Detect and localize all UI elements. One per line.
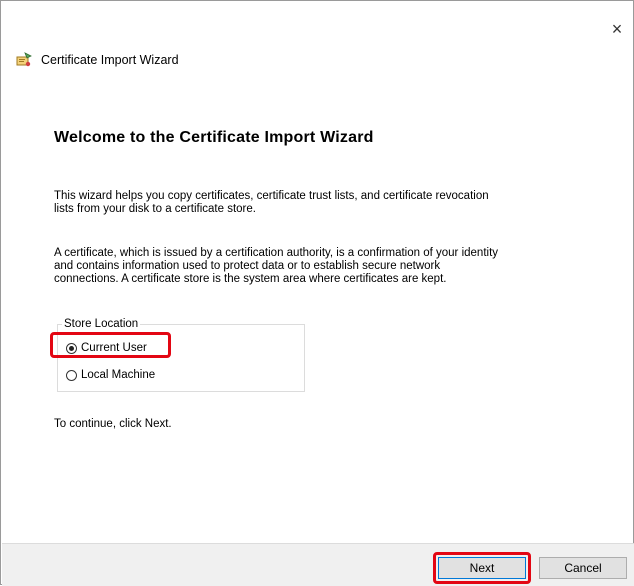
explanation-line-2: and contains information used to protect… [54, 260, 441, 272]
explanation-line-1: A certificate, which is issued by a cert… [54, 247, 499, 259]
window-title: Certificate Import Wizard [41, 53, 179, 67]
certificate-wizard-icon [15, 51, 33, 69]
radio-local-machine-label[interactable]: Local Machine [81, 369, 155, 381]
page-heading: Welcome to the Certificate Import Wizard [54, 129, 374, 146]
title-bar: Certificate Import Wizard [15, 51, 179, 69]
close-icon[interactable]: × [607, 19, 627, 39]
certificate-explanation-paragraph: A certificate, which is issued by a cert… [54, 247, 614, 286]
intro-line-1: This wizard helps you copy certificates,… [54, 190, 489, 202]
cancel-button[interactable]: Cancel [539, 557, 627, 579]
explanation-line-3: connections. A certificate store is the … [54, 273, 447, 285]
current-user-highlight [50, 332, 171, 358]
store-location-legend: Store Location [62, 317, 141, 331]
next-button-highlight [433, 552, 531, 584]
continue-instruction: To continue, click Next. [54, 418, 172, 430]
radio-unselected-icon[interactable] [66, 369, 77, 381]
intro-paragraph: This wizard helps you copy certificates,… [54, 190, 614, 216]
intro-line-2: lists from your disk to a certificate st… [54, 203, 256, 215]
radio-local-machine[interactable]: Local Machine [66, 369, 155, 381]
certificate-import-wizard-window: × Certificate Import Wizard Welcome to t… [0, 0, 634, 586]
